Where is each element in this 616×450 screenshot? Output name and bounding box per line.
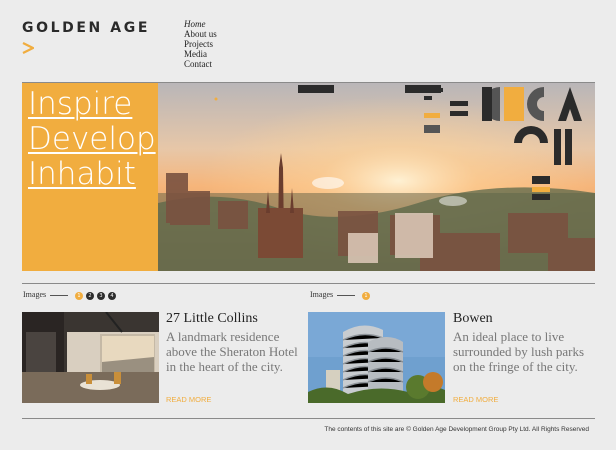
nav-item-home[interactable]: Home — [184, 19, 217, 29]
image-page-dot[interactable]: 2 — [86, 292, 94, 300]
main-nav: Home About us Projects Media Contact — [184, 19, 217, 69]
images-label-1: Images — [23, 290, 47, 299]
project-description: An ideal place to live surrounded by lus… — [453, 329, 585, 374]
image-page-dot[interactable]: 4 — [108, 292, 116, 300]
project-description: A landmark residence above the Sheraton … — [166, 329, 298, 374]
tagline-line-inhabit: Inhabit — [28, 156, 136, 192]
hero-tagline: Inspire Develop Inhabit — [28, 87, 156, 192]
hero-city-sunrise-image — [158, 83, 595, 271]
image-page-dot[interactable]: 1 — [75, 292, 83, 300]
project-image-bowen[interactable] — [308, 312, 445, 403]
hero-tagline-panel: Inspire Develop Inhabit — [22, 83, 158, 271]
images-dash-1 — [50, 295, 68, 296]
tagline-line-develop: Develop — [28, 121, 156, 157]
read-more-link-bowen[interactable]: READ MORE — [453, 395, 498, 404]
project-image-27-little-collins[interactable] — [22, 312, 159, 403]
images-dash-2 — [337, 295, 355, 296]
image-page-dot[interactable]: 1 — [362, 292, 370, 300]
nav-item-projects[interactable]: Projects — [184, 39, 217, 49]
image-pager-2: 1 — [362, 292, 370, 300]
read-more-link-27-little-collins[interactable]: READ MORE — [166, 395, 211, 404]
tagline-line-inspire: Inspire — [28, 86, 133, 122]
brand-logo[interactable]: GOLDEN AGE — [22, 20, 150, 36]
content-divider — [22, 283, 595, 284]
image-pager-1: 1 2 3 4 — [75, 292, 116, 300]
image-page-dot[interactable]: 3 — [97, 292, 105, 300]
hero-banner: Inspire Develop Inhabit — [22, 83, 595, 271]
footer-divider — [22, 418, 595, 419]
project-title-27-little-collins[interactable]: 27 Little Collins — [166, 311, 258, 327]
chevron-right-icon — [22, 42, 34, 54]
nav-item-media[interactable]: Media — [184, 49, 217, 59]
images-label-2: Images — [310, 290, 334, 299]
nav-item-contact[interactable]: Contact — [184, 59, 217, 69]
footer-copyright: The contents of this site are © Golden A… — [324, 426, 589, 433]
nav-item-about-us[interactable]: About us — [184, 29, 217, 39]
project-title-bowen[interactable]: Bowen — [453, 311, 493, 327]
